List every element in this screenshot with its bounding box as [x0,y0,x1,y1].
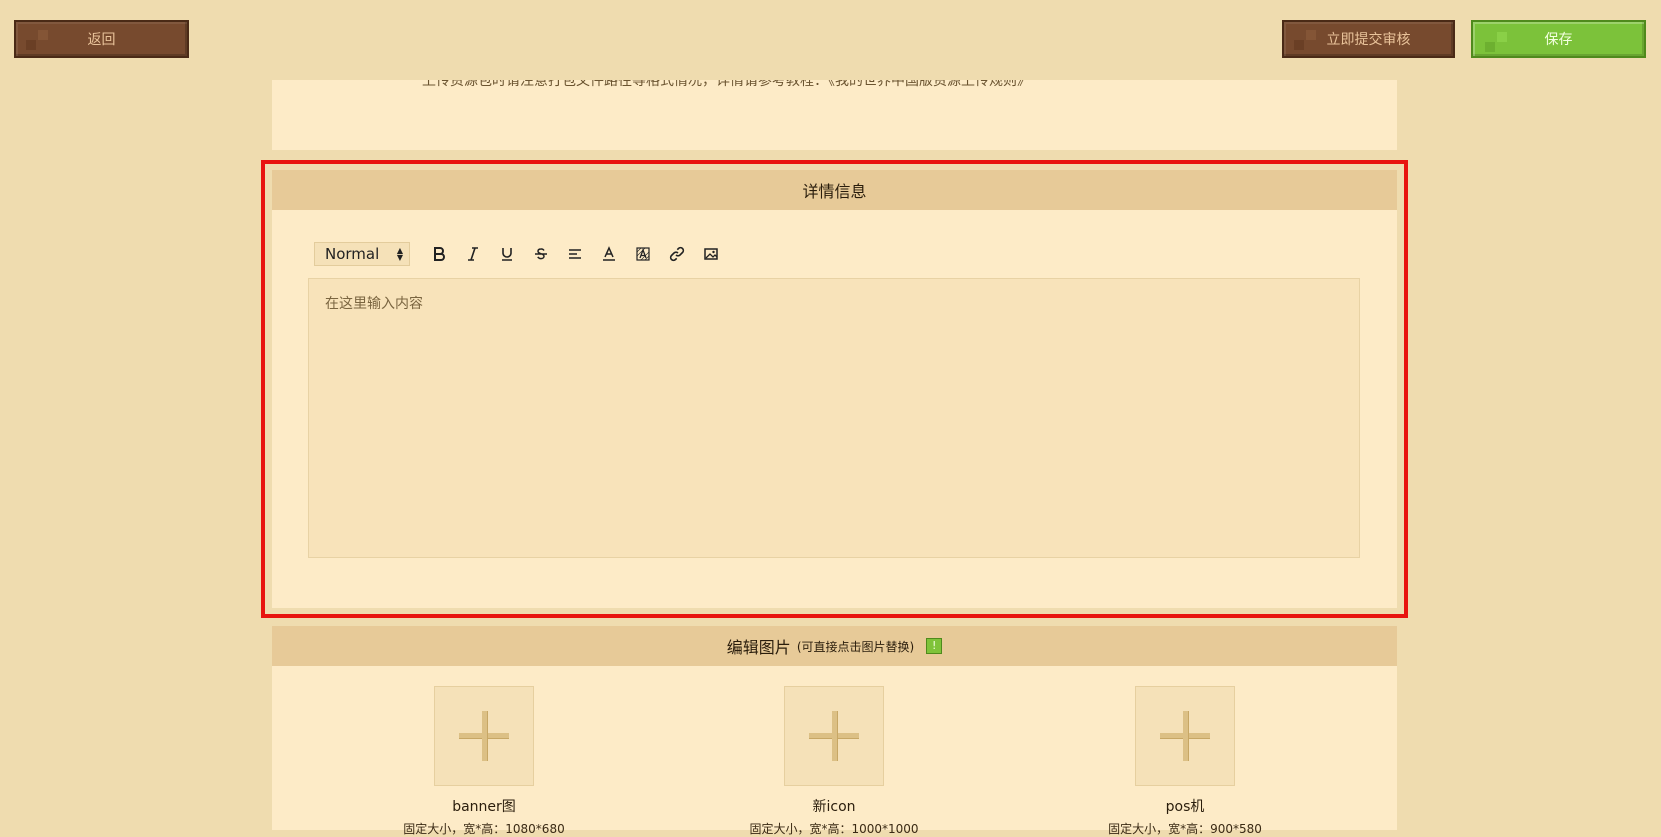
upload-banner-button[interactable] [434,686,534,786]
submit-review-button[interactable]: 立即提交审核 [1282,20,1455,58]
image-slot-name: banner图 [452,799,516,815]
upload-pos-button[interactable] [1135,686,1235,786]
submit-review-label: 立即提交审核 [1326,32,1411,48]
image-slot-banner: banner图 固定大小，宽*高：1080*680 [384,686,584,837]
back-button[interactable]: 返回 [14,20,189,58]
image-section-header: 编辑图片 (可直接点击图片替换) ! [272,626,1397,666]
upload-icon-button[interactable] [784,686,884,786]
image-section-hint: (可直接点击图片替换) [796,639,915,654]
save-button[interactable]: 保存 [1471,20,1646,58]
image-slot-pos: pos机 固定大小，宽*高：900*580 [1085,686,1285,837]
highlight-outline [261,160,1408,618]
image-slot-size: 固定大小，宽*高：900*580 [1108,822,1262,836]
image-slot-name: 新icon [812,799,856,815]
image-slot-size: 固定大小，宽*高：1080*680 [403,822,565,836]
top-bar: 返回 立即提交审核 保存 [0,0,1661,80]
image-panel: 编辑图片 (可直接点击图片替换) ! banner图 固定大小，宽*高：1080… [272,626,1397,836]
back-button-label: 返回 [87,32,116,48]
image-slot-icon: 新icon 固定大小，宽*高：1000*1000 [734,686,934,837]
save-button-label: 保存 [1544,32,1573,48]
info-icon[interactable]: ! [926,638,943,654]
image-slot-size: 固定大小，宽*高：1000*1000 [749,822,919,836]
image-section-title: 编辑图片 [726,638,791,657]
image-slot-name: pos机 [1165,799,1205,815]
